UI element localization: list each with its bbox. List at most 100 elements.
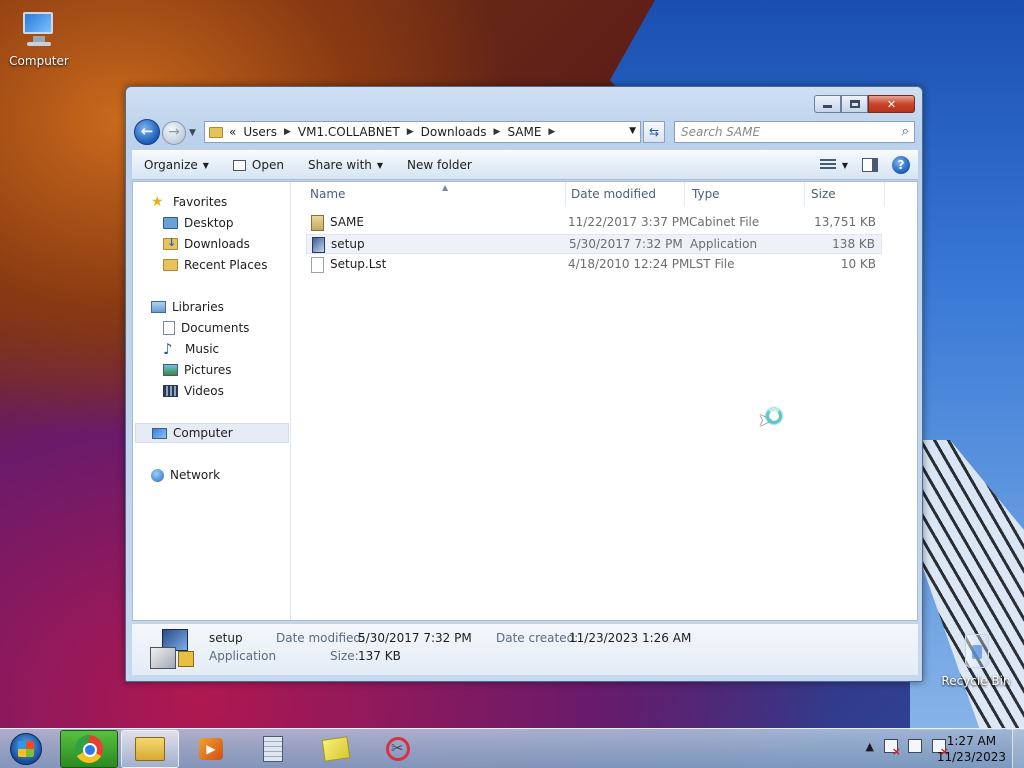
breadcrumb-separator-icon[interactable]: ▶ <box>548 127 555 137</box>
file-list: Name ▲ Date modified Type Size SAME 11/2… <box>292 182 917 620</box>
nav-label: Desktop <box>184 216 234 230</box>
taskbar-calculator[interactable] <box>244 730 302 768</box>
navigation-pane: ★ Favorites Desktop Downloads Recent Pla… <box>133 182 291 620</box>
taskbar-sticky-notes[interactable] <box>307 730 365 768</box>
nav-item-desktop[interactable]: Desktop <box>163 213 234 233</box>
minimize-button[interactable] <box>814 95 841 113</box>
search-input[interactable]: Search SAME ⌕ <box>674 121 915 143</box>
breadcrumb-same[interactable]: SAME <box>507 125 541 139</box>
address-history-dropdown-icon[interactable]: ▼ <box>629 126 636 136</box>
share-with-button[interactable]: Share with ▼ <box>296 151 395 179</box>
maximize-button[interactable] <box>841 95 868 113</box>
clock-date: 11/23/2023 <box>936 750 1006 764</box>
cabinet-file-icon <box>311 215 324 231</box>
windows-logo-icon <box>18 741 34 757</box>
open-icon <box>232 159 246 171</box>
taskbar-windows-explorer[interactable] <box>121 730 179 768</box>
desktop-folder-icon <box>163 217 178 229</box>
network-status-icon[interactable] <box>908 739 922 753</box>
column-header-date-modified[interactable]: Date modified <box>565 182 685 207</box>
sort-ascending-icon: ▲ <box>442 183 449 192</box>
taskbar-media-player[interactable]: ▶ <box>182 730 240 768</box>
busy-cursor-icon: ➤ <box>758 408 782 432</box>
nav-item-libraries[interactable]: Libraries <box>151 297 224 317</box>
show-hidden-icons-chevron-icon[interactable]: ▲ <box>866 740 874 753</box>
show-desktop-button[interactable] <box>1012 729 1024 768</box>
text-file-icon <box>311 257 324 273</box>
content-area: ★ Favorites Desktop Downloads Recent Pla… <box>132 181 918 621</box>
nav-label: Favorites <box>173 195 228 209</box>
breadcrumb-overflow[interactable]: « <box>229 125 236 139</box>
nav-item-music[interactable]: ♪ Music <box>163 339 219 359</box>
back-button[interactable]: ← <box>134 119 160 145</box>
details-size-label: Size: <box>330 649 359 663</box>
computer-icon <box>19 10 59 50</box>
application-setup-icon <box>150 629 196 671</box>
file-row[interactable]: SAME 11/22/2017 3:37 PM Cabinet File 13,… <box>306 213 882 233</box>
search-icon[interactable]: ⌕ <box>902 122 909 142</box>
nav-item-recent-places[interactable]: Recent Places <box>163 255 267 275</box>
clock-time: 1:27 AM <box>946 734 997 748</box>
nav-label: Documents <box>181 321 250 335</box>
file-row[interactable]: setup 5/30/2017 7:32 PM Application 138 … <box>306 234 882 254</box>
preview-pane-icon[interactable] <box>862 158 878 172</box>
details-date-modified-label: Date modified: <box>276 631 366 645</box>
taskbar-snipping-tool[interactable] <box>369 730 427 768</box>
nav-item-pictures[interactable]: Pictures <box>163 360 232 380</box>
new-folder-button[interactable]: New folder <box>395 151 484 179</box>
help-icon[interactable]: ? <box>892 156 910 174</box>
nav-label: Network <box>170 468 221 482</box>
breadcrumb-downloads[interactable]: Downloads <box>421 125 487 139</box>
recent-places-icon <box>163 259 178 271</box>
nav-label: Recent Places <box>184 258 268 272</box>
recycle-bin-icon <box>956 630 996 670</box>
file-row[interactable]: Setup.Lst 4/18/2010 12:24 PM LST File 10… <box>306 255 882 275</box>
desktop-icon-recycle-bin[interactable]: Recycle Bin <box>941 630 1011 688</box>
taskbar-chrome[interactable] <box>60 730 118 768</box>
close-button[interactable]: ✕ <box>868 95 915 113</box>
column-header-label: Size <box>811 187 836 201</box>
recent-pages-dropdown[interactable]: ▼ <box>189 128 196 138</box>
nav-item-documents[interactable]: Documents <box>163 318 249 338</box>
breadcrumb-user-folder[interactable]: VM1.COLLABNET <box>298 125 400 139</box>
forward-arrow-icon: → <box>168 124 180 140</box>
column-header-label: Date modified <box>571 187 657 201</box>
nav-label: Videos <box>184 384 224 398</box>
nav-item-favorites[interactable]: ★ Favorites <box>151 192 227 212</box>
breadcrumb-users[interactable]: Users <box>243 125 277 139</box>
column-header-name[interactable]: Name ▲ <box>304 182 566 207</box>
start-button[interactable] <box>4 731 48 767</box>
organize-button[interactable]: Organize ▼ <box>132 151 221 179</box>
nav-item-network[interactable]: Network <box>151 465 220 485</box>
nav-item-computer[interactable]: Computer <box>135 423 289 443</box>
breadcrumb-separator-icon[interactable]: ▶ <box>407 127 414 137</box>
file-date: 5/30/2017 7:32 PM <box>569 237 683 251</box>
change-view-icon[interactable] <box>819 159 836 171</box>
nav-label: Music <box>185 342 220 356</box>
file-type: LST File <box>689 257 735 271</box>
breadcrumb-separator-icon[interactable]: ▶ <box>284 127 291 137</box>
view-options-chevron-icon[interactable]: ▼ <box>842 161 848 170</box>
column-header-size[interactable]: Size <box>805 182 885 207</box>
nav-label: Pictures <box>184 363 232 377</box>
explorer-window: ✕ ← → ▼ « Users ▶ VM1.COLLABNET ▶ Downlo… <box>125 86 923 682</box>
forward-button[interactable]: → <box>162 121 186 145</box>
desktop-icon-label: Recycle Bin <box>941 674 1011 688</box>
refresh-icon: ⇆ <box>648 125 660 139</box>
breadcrumb-separator-icon[interactable]: ▶ <box>494 127 501 137</box>
sticky-notes-icon <box>321 736 351 762</box>
organize-label: Organize <box>144 158 198 172</box>
nav-item-videos[interactable]: Videos <box>163 381 224 401</box>
action-center-flag-icon[interactable] <box>884 739 901 758</box>
clock[interactable]: 1:27 AM 11/23/2023 <box>937 733 1006 765</box>
file-date: 4/18/2010 12:24 PM <box>568 257 690 271</box>
desktop-icon-computer[interactable]: Computer <box>4 10 74 68</box>
open-button[interactable]: Open <box>221 151 296 179</box>
back-arrow-icon: ← <box>140 122 154 140</box>
command-bar: Organize ▼ Open Share with ▼ New folder … <box>132 150 918 180</box>
file-date: 11/22/2017 3:37 PM <box>568 215 690 229</box>
address-bar[interactable]: « Users ▶ VM1.COLLABNET ▶ Downloads ▶ SA… <box>204 121 641 143</box>
nav-item-downloads[interactable]: Downloads <box>163 234 250 254</box>
column-header-type[interactable]: Type <box>686 182 805 207</box>
refresh-button[interactable]: ⇆ <box>643 121 665 143</box>
